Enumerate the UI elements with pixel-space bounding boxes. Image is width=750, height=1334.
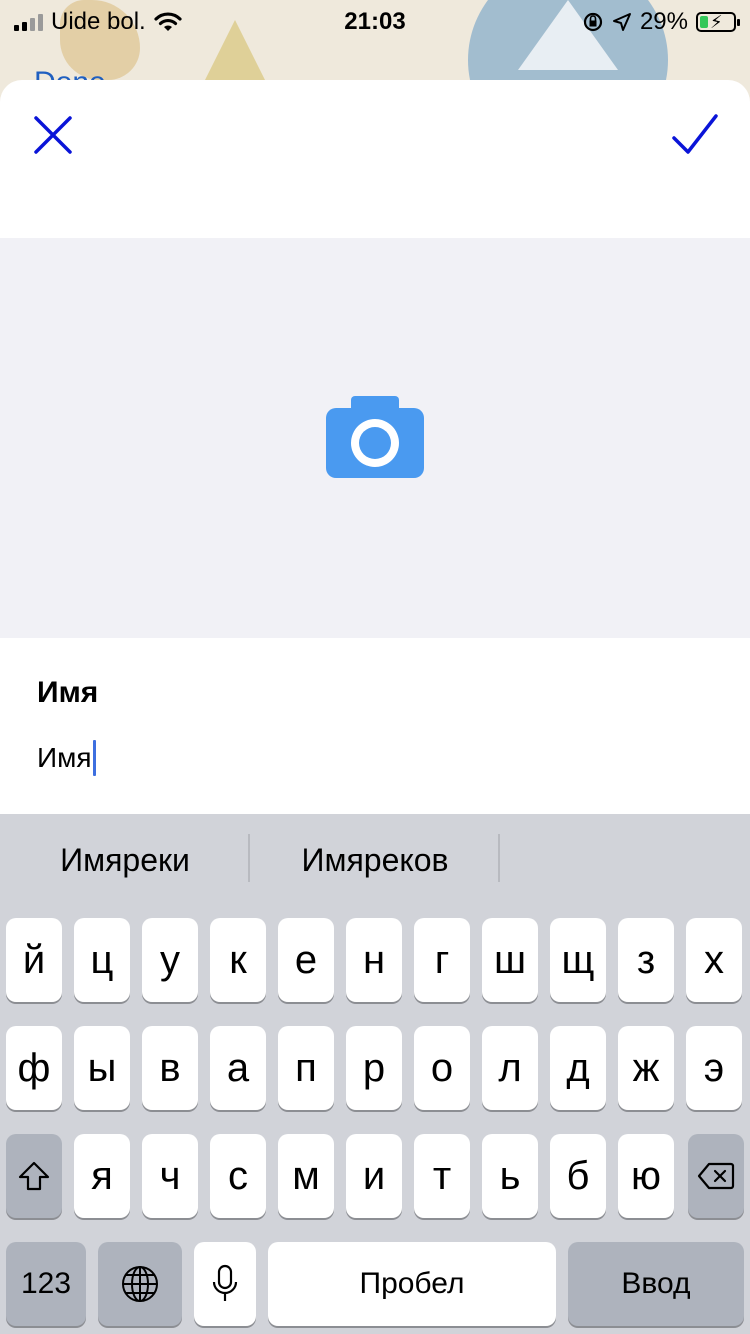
checkmark-icon[interactable] [670,112,720,158]
backspace-icon [697,1162,735,1190]
letter-key[interactable]: й [6,918,62,1002]
keyboard: Имяреки Имяреков 123 Пробел Ввод й ц у к… [0,814,750,1334]
letter-key[interactable]: в [142,1026,198,1110]
microphone-icon [212,1264,238,1301]
globe-key[interactable] [98,1242,182,1326]
letter-key[interactable]: ж [618,1026,674,1110]
letter-key[interactable]: к [210,918,266,1002]
letter-key[interactable]: н [346,918,402,1002]
letter-key[interactable]: т [414,1134,470,1218]
letter-key[interactable]: ь [482,1134,538,1218]
letter-key[interactable]: с [210,1134,266,1218]
suggestion-1[interactable]: Имяреки [0,842,250,879]
shift-key[interactable] [6,1134,62,1218]
letter-key[interactable]: ц [74,918,130,1002]
letter-key[interactable]: м [278,1134,334,1218]
letter-key[interactable]: г [414,918,470,1002]
letter-key[interactable]: о [414,1026,470,1110]
name-input[interactable]: Имя [37,738,96,778]
letter-key[interactable]: э [686,1026,742,1110]
letter-key[interactable]: ы [74,1026,130,1110]
rotation-lock-icon [583,12,603,32]
camera-icon[interactable] [326,396,424,478]
status-bar: Uide bol. 21:03 29% ⚡ [0,0,750,40]
name-field: Имя Имя [0,638,750,814]
backspace-key[interactable] [688,1134,744,1218]
letter-key[interactable]: е [278,918,334,1002]
return-key[interactable]: Ввод [568,1242,744,1326]
letter-key[interactable]: р [346,1026,402,1110]
globe-icon [122,1266,158,1302]
letter-key[interactable]: х [686,918,742,1002]
battery-icon: ⚡ [696,12,740,32]
name-field-label: Имя [37,676,99,709]
location-icon [612,13,631,31]
letter-key[interactable]: у [142,918,198,1002]
letter-key[interactable]: ю [618,1134,674,1218]
suggestion-bar: Имяреки Имяреков [0,814,750,906]
letter-key[interactable]: л [482,1026,538,1110]
close-x-icon[interactable] [30,112,76,158]
text-caret [92,740,96,776]
battery-percent: 29% [639,8,688,35]
sheet-nav-bar [0,80,750,238]
shift-arrow-icon [18,1161,50,1191]
letter-key[interactable]: и [346,1134,402,1218]
letter-key[interactable]: з [618,918,674,1002]
edit-sheet: Имя Имя [0,80,750,814]
numbers-key[interactable]: 123 [6,1242,86,1326]
letter-key[interactable]: а [210,1026,266,1110]
letter-key[interactable]: д [550,1026,606,1110]
letter-key[interactable]: я [74,1134,130,1218]
name-input-value: Имя [37,742,92,773]
photo-picker[interactable] [0,238,750,638]
dictation-key[interactable] [194,1242,256,1326]
letter-key[interactable]: б [550,1134,606,1218]
letter-key[interactable]: ч [142,1134,198,1218]
suggestion-2[interactable]: Имяреков [250,842,500,879]
letter-key[interactable]: ш [482,918,538,1002]
letter-key[interactable]: щ [550,918,606,1002]
letter-key[interactable]: ф [6,1026,62,1110]
space-key[interactable]: Пробел [268,1242,556,1326]
suggestion-divider [498,834,500,882]
letter-key[interactable]: п [278,1026,334,1110]
